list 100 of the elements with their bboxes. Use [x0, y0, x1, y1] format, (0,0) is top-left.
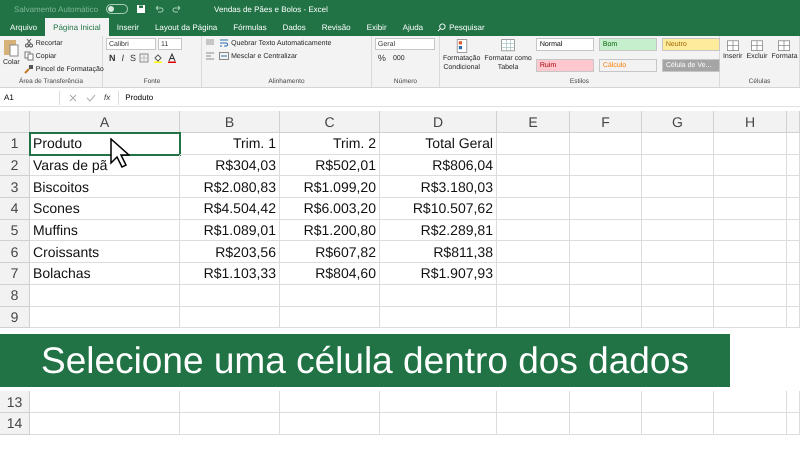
table-cell: R$203,56	[180, 241, 280, 264]
cursor-icon	[110, 138, 130, 168]
table-cell	[787, 306, 800, 328]
table-cell	[642, 412, 714, 435]
row-header[interactable]: 5	[0, 220, 30, 242]
window-title: Vendas de Pães e Bolos - Excel	[214, 4, 328, 14]
autosave-toggle[interactable]	[106, 4, 128, 14]
row-header[interactable]: 1	[0, 133, 30, 155]
table-cell	[787, 412, 800, 435]
formula-field[interactable]: Produto	[118, 90, 800, 104]
font-color-icon	[167, 53, 178, 63]
italic-button[interactable]: I	[118, 53, 128, 63]
insert-function-button[interactable]: fx	[104, 93, 110, 102]
scissors-icon	[24, 38, 34, 48]
merge-icon	[219, 51, 230, 61]
table-cell	[570, 154, 642, 176]
table-cell: R$304,03	[180, 154, 280, 176]
row-header[interactable]: 2	[0, 154, 30, 176]
table-cell	[787, 391, 800, 413]
copy-icon	[24, 51, 34, 61]
table-cell	[570, 241, 642, 264]
table-cell	[570, 220, 642, 242]
table-cell	[642, 263, 714, 285]
ribbon-tab[interactable]: Exibir	[358, 18, 395, 36]
cancel-icon	[68, 92, 78, 102]
column-header[interactable]: C	[280, 111, 380, 133]
table-cell	[642, 154, 714, 176]
table-cell: Trim. 1	[180, 133, 280, 155]
redo-icon	[172, 4, 182, 14]
table-cell	[642, 306, 714, 328]
table-cell	[570, 263, 642, 285]
ribbon-tab[interactable]: Dados	[274, 18, 314, 36]
autosave-label: Salvamento Automático	[14, 4, 98, 14]
table-cell	[787, 263, 800, 285]
table-cell: R$806,04	[380, 154, 497, 176]
row-header[interactable]: 8	[0, 284, 30, 306]
table-cell	[787, 241, 800, 264]
column-header[interactable]: F	[570, 111, 642, 133]
table-cell	[642, 176, 714, 198]
search-icon	[437, 22, 446, 32]
table-cell	[570, 391, 642, 413]
table-cell	[570, 133, 642, 155]
underline-button[interactable]: S	[127, 53, 140, 63]
table-cell: Croissants	[30, 241, 180, 264]
table-cell	[642, 133, 714, 155]
table-cell: Bolachas	[30, 263, 180, 285]
table-cell: R$811,38	[380, 241, 497, 264]
table-cell: R$502,01	[280, 154, 380, 176]
table-cell: R$1.099,20	[280, 176, 380, 198]
ribbon-tab[interactable]: Fórmulas	[225, 18, 275, 36]
select-all-corner[interactable]	[0, 111, 30, 133]
column-header[interactable]: B	[180, 111, 280, 133]
ribbon-tab[interactable]: Inserir	[108, 18, 147, 36]
ribbon-tab[interactable]: Arquivo	[2, 18, 46, 36]
table-cell: R$804,60	[280, 263, 380, 285]
column-header[interactable]: G	[642, 111, 714, 133]
name-box[interactable]: A1	[0, 90, 60, 104]
ribbon-tab[interactable]: Layout da Página	[146, 18, 226, 36]
column-header[interactable]	[787, 111, 800, 133]
column-header[interactable]: H	[714, 111, 787, 133]
fill-color-icon	[153, 53, 164, 63]
ribbon-tab[interactable]: Revisão	[314, 18, 359, 36]
align-left-icon	[205, 51, 216, 61]
row-header[interactable]: 6	[0, 241, 30, 264]
search-field[interactable]: Pesquisar	[431, 18, 491, 36]
bold-button[interactable]: N	[106, 53, 118, 63]
row-header[interactable]: 4	[0, 198, 30, 220]
table-cell: R$2.080,83	[180, 176, 280, 198]
column-header[interactable]: A	[30, 111, 180, 133]
check-icon	[86, 92, 96, 102]
table-cell	[787, 154, 800, 176]
caption-banner: Selecione uma célula dentro dos dados	[0, 334, 730, 388]
row-header[interactable]: 13	[0, 391, 30, 413]
save-icon	[136, 4, 146, 14]
undo-icon	[154, 4, 164, 14]
table-cell: R$6.003,20	[280, 198, 380, 220]
percent-button[interactable]: %	[374, 53, 389, 63]
ribbon-tab[interactable]: Página Inicial	[45, 18, 109, 36]
column-header[interactable]: D	[380, 111, 497, 133]
table-cell: R$1.103,33	[180, 263, 280, 285]
table-cell	[787, 198, 800, 220]
table-cell: Muffins	[30, 220, 180, 242]
table-cell	[787, 176, 800, 198]
table-cell	[570, 198, 642, 220]
table-cell	[570, 176, 642, 198]
table-cell: R$1.200,80	[280, 220, 380, 242]
table-cell: R$3.180,03	[380, 176, 497, 198]
table-cell	[642, 198, 714, 220]
table-cell: Produto	[30, 133, 180, 155]
row-header[interactable]: 14	[0, 412, 30, 435]
table-cell: R$1.089,01	[180, 220, 280, 242]
row-header[interactable]: 9	[0, 306, 30, 328]
column-header[interactable]: E	[497, 111, 570, 133]
row-header[interactable]: 3	[0, 176, 30, 198]
row-header[interactable]: 7	[0, 263, 30, 285]
table-cell	[570, 412, 642, 435]
table-cell	[570, 284, 642, 306]
table-cell: R$1.907,93	[380, 263, 497, 285]
ribbon-tab[interactable]: Ajuda	[394, 18, 432, 36]
table-cell	[787, 284, 800, 306]
